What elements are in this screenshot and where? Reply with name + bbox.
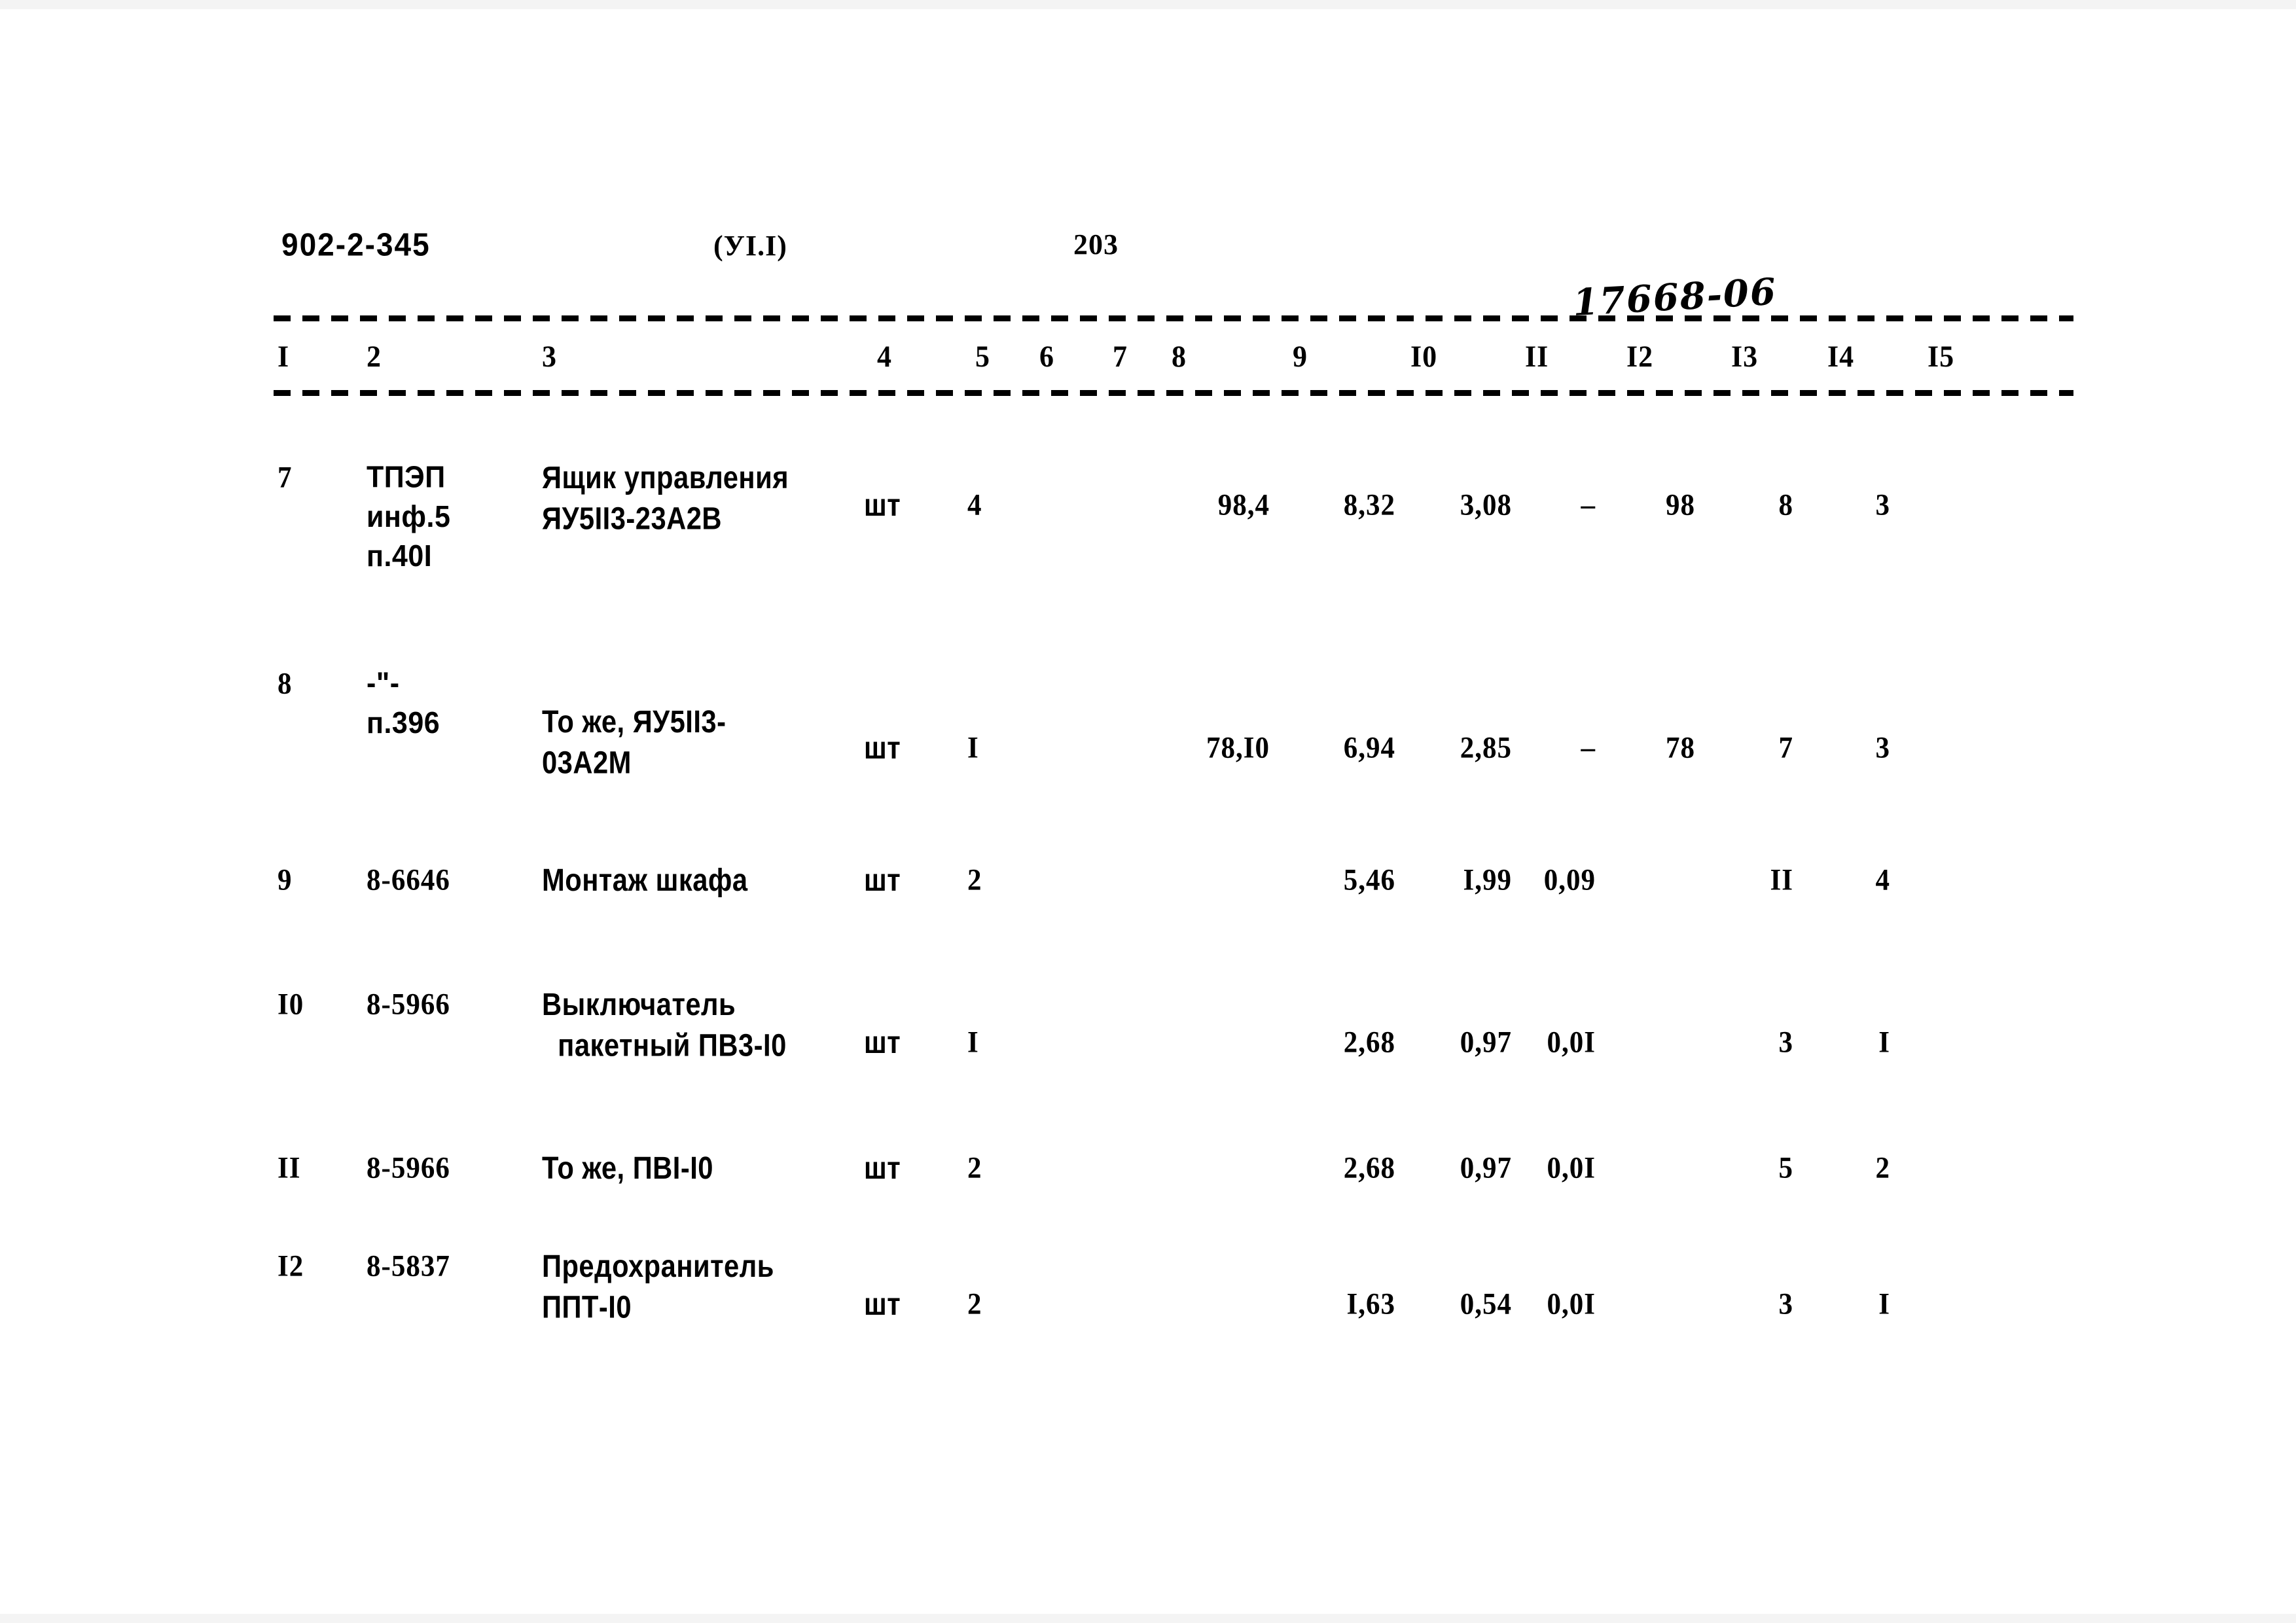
table-cell-r5-c13: 5: [1778, 1151, 1793, 1185]
table-cell-r5-c10: 0,97: [1460, 1151, 1512, 1185]
table-cell-r5-c11: 0,0I: [1547, 1151, 1596, 1185]
table-cell-r3-c5: 2: [967, 863, 982, 897]
table-cell-r1-c11: –: [1581, 488, 1596, 522]
table-cell-r5-c3: То же, ПВI-I0: [542, 1150, 713, 1186]
table-body: 7 ТПЭП инф.5 п.40I Ящик управления ЯУ5II3-…: [0, 0, 2296, 1623]
table-cell-r6-c13: 3: [1778, 1287, 1793, 1321]
table-cell-r2-c13: 7: [1778, 731, 1793, 765]
table-cell-r6-c2: 8-5837: [367, 1249, 450, 1283]
table-cell-r3-c14: 4: [1875, 863, 1890, 897]
table-cell-r5-c5: 2: [967, 1151, 982, 1185]
table-cell-r6-c11: 0,0I: [1547, 1287, 1596, 1321]
table-cell-r5-c1: II: [278, 1151, 301, 1185]
table-cell-r1-c13: 8: [1778, 488, 1793, 522]
table-cell-r1-c4: шт: [864, 488, 901, 524]
table-cell-r3-c1: 9: [278, 863, 293, 897]
table-cell-r4-c10: 0,97: [1460, 1026, 1512, 1060]
table-cell-r2-c1: 8: [278, 667, 293, 701]
table-cell-r6-c5: 2: [967, 1287, 982, 1321]
table-cell-r2-c5: I: [967, 731, 979, 765]
table-cell-r1-c2: ТПЭП инф.5 п.40I: [367, 460, 451, 573]
table-cell-r5-c9: 2,68: [1343, 1151, 1395, 1185]
table-cell-r3-c3: Монтаж шкафа: [542, 863, 748, 899]
table-cell-r4-c9: 2,68: [1343, 1026, 1395, 1060]
table-cell-r1-c3: Ящик управления ЯУ5II3-23А2В: [542, 460, 789, 537]
table-cell-r1-c14: 3: [1875, 488, 1890, 522]
table-cell-r1-c8: 98,4: [1217, 488, 1270, 522]
table-cell-r4-c13: 3: [1778, 1026, 1793, 1060]
table-cell-r2-c14: 3: [1875, 731, 1890, 765]
table-cell-r3-c2: 8-6646: [367, 863, 450, 897]
table-cell-r2-c8: 78,I0: [1206, 731, 1270, 765]
table-cell-r4-c1: I0: [278, 988, 304, 1022]
table-cell-r1-c12: 98: [1666, 488, 1695, 522]
table-cell-r6-c1: I2: [278, 1249, 304, 1283]
document-page: 902-2-345 (УI.I) 203 17668-06 I23456789I…: [0, 0, 2296, 1623]
table-cell-r3-c9: 5,46: [1343, 863, 1395, 897]
table-cell-r4-c11: 0,0I: [1547, 1026, 1596, 1060]
table-cell-r1-c10: 3,08: [1460, 488, 1512, 522]
table-cell-r1-c9: 8,32: [1343, 488, 1395, 522]
table-cell-r6-c4: шт: [864, 1287, 901, 1323]
table-cell-r6-c3: Предохранитель ППТ-I0: [542, 1249, 774, 1325]
table-cell-r1-c1: 7: [278, 461, 293, 495]
table-cell-r2-c3: То же, ЯУ5II3- 03А2М: [542, 704, 726, 781]
table-cell-r2-c12: 78: [1666, 731, 1695, 765]
table-cell-r2-c2: -"- п.396: [367, 666, 440, 740]
table-cell-r5-c2: 8-5966: [367, 1151, 450, 1185]
table-cell-r6-c14: I: [1878, 1287, 1890, 1321]
table-cell-r4-c2: 8-5966: [367, 988, 450, 1022]
table-cell-r4-c3: Выключатель пакетный ПВ3-I0: [542, 987, 787, 1063]
table-cell-r1-c5: 4: [967, 488, 982, 522]
table-cell-r4-c4: шт: [864, 1025, 901, 1061]
table-cell-r5-c4: шт: [864, 1150, 901, 1186]
table-cell-r2-c10: 2,85: [1460, 731, 1512, 765]
table-cell-r3-c11: 0,09: [1543, 863, 1596, 897]
table-cell-r2-c11: –: [1581, 731, 1596, 765]
table-cell-r3-c13: II: [1770, 863, 1793, 897]
table-cell-r3-c10: I,99: [1463, 863, 1512, 897]
table-cell-r4-c14: I: [1878, 1026, 1890, 1060]
table-cell-r6-c10: 0,54: [1460, 1287, 1512, 1321]
table-cell-r5-c14: 2: [1875, 1151, 1890, 1185]
table-cell-r4-c5: I: [967, 1026, 979, 1060]
table-cell-r6-c9: I,63: [1346, 1287, 1395, 1321]
table-cell-r3-c4: шт: [864, 863, 901, 899]
table-cell-r2-c9: 6,94: [1343, 731, 1395, 765]
table-cell-r2-c4: шт: [864, 730, 901, 766]
